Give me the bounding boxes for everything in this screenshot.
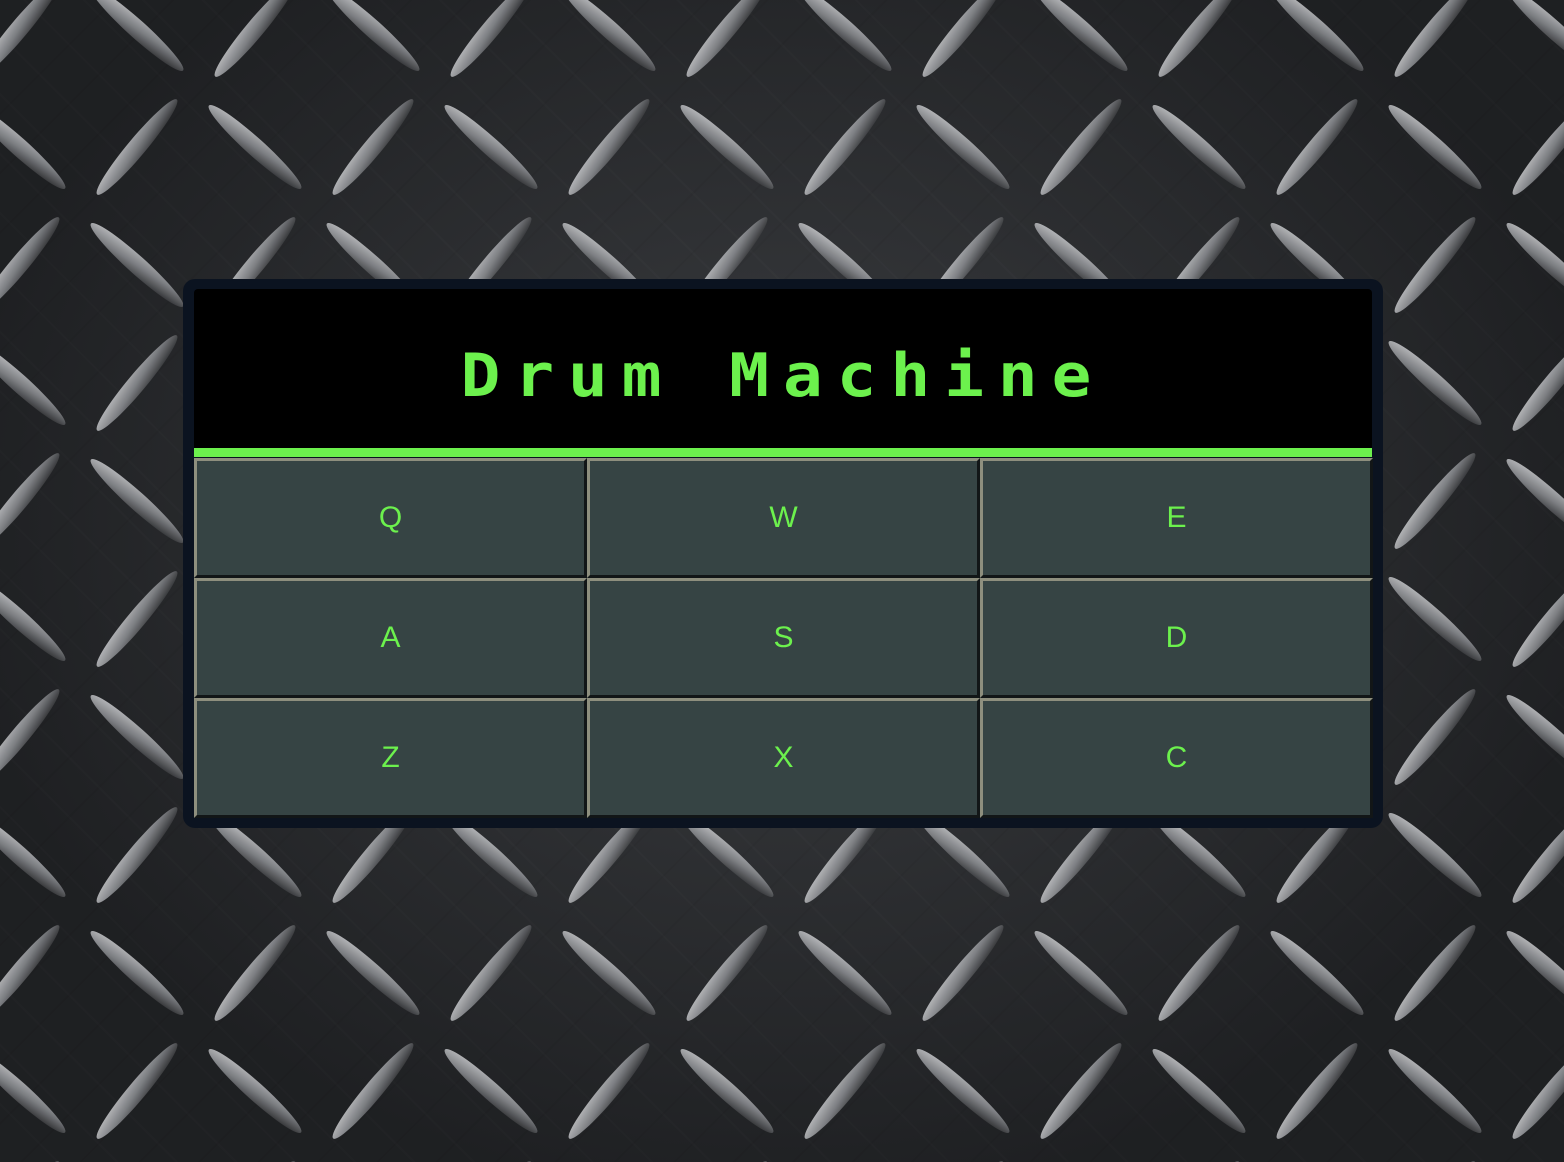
pad-key-label: A [380, 621, 401, 654]
app-title: Drum Machine [460, 340, 1106, 411]
pad-key-label: Q [378, 501, 403, 534]
pad-key-label: X [773, 741, 794, 774]
drum-pad-w[interactable]: W [587, 458, 980, 578]
pad-key-label: D [1165, 621, 1188, 654]
pad-key-label: W [769, 501, 798, 534]
drum-pad-c[interactable]: C [980, 698, 1373, 818]
pad-key-label: E [1166, 501, 1187, 534]
pad-key-label: S [773, 621, 794, 654]
drum-machine: Drum Machine Q W E A S D Z X C [183, 279, 1383, 828]
drum-pad-grid: Q W E A S D Z X C [194, 458, 1373, 818]
pad-key-label: C [1165, 741, 1188, 774]
drum-pad-x[interactable]: X [587, 698, 980, 818]
drum-pad-z[interactable]: Z [194, 698, 587, 818]
drum-pad-q[interactable]: Q [194, 458, 587, 578]
drum-pad-a[interactable]: A [194, 578, 587, 698]
drum-pad-s[interactable]: S [587, 578, 980, 698]
pad-key-label: Z [381, 741, 400, 774]
drum-pad-d[interactable]: D [980, 578, 1373, 698]
display-header: Drum Machine [194, 289, 1372, 457]
drum-pad-e[interactable]: E [980, 458, 1373, 578]
